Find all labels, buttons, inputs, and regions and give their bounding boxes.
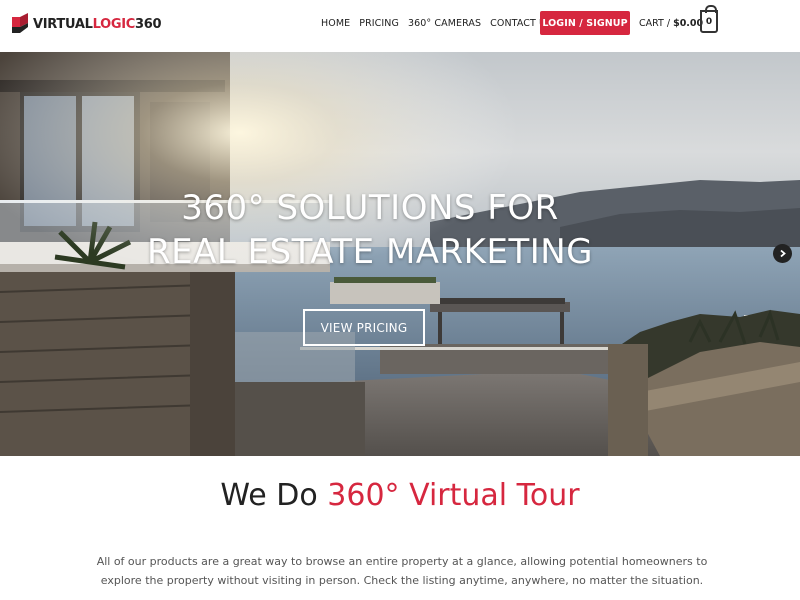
intro-body: All of our products are a great way to b… bbox=[96, 555, 708, 587]
logo-wordmark: VIRTUALLOGIC360 bbox=[33, 16, 162, 32]
logo-word-virtual: VIRTUAL bbox=[33, 16, 93, 32]
site-logo[interactable]: VIRTUALLOGIC360 bbox=[9, 11, 162, 37]
cart-link[interactable]: CART / $0.00 bbox=[639, 11, 703, 35]
nav-home[interactable]: HOME bbox=[321, 18, 350, 29]
chevron-right-icon bbox=[780, 249, 786, 258]
cart-count: 0 bbox=[705, 16, 713, 27]
site-header: VIRTUALLOGIC360 HOME PRICING 360° CAMERA… bbox=[0, 0, 800, 52]
main-nav: HOME PRICING 360° CAMERAS CONTACT US bbox=[321, 0, 561, 46]
intro-title-accent: 360° Virtual Tour bbox=[327, 478, 580, 513]
hero-title-line2: REAL ESTATE MARKETING bbox=[146, 232, 594, 272]
hero-banner: 360° SOLUTIONS FOR REAL ESTATE MARKETING… bbox=[0, 52, 800, 456]
cart-total: $0.00 bbox=[673, 17, 704, 29]
hero-title-line1: 360° SOLUTIONS FOR bbox=[181, 188, 559, 228]
logo-word-logic: LOGIC bbox=[92, 16, 136, 32]
nav-pricing[interactable]: PRICING bbox=[359, 18, 399, 29]
cart-bag-icon[interactable]: 0 bbox=[700, 5, 718, 33]
intro-title: We Do 360° Virtual Tour bbox=[0, 478, 800, 513]
logo-mark-icon bbox=[9, 11, 31, 37]
cart-label: CART / bbox=[639, 17, 671, 29]
nav-360-cameras[interactable]: 360° CAMERAS bbox=[408, 18, 481, 29]
intro-title-plain: We Do bbox=[220, 478, 318, 513]
logo-word-360: 360 bbox=[135, 16, 162, 32]
login-signup-button[interactable]: LOGIN / SIGNUP bbox=[540, 11, 630, 35]
slider-next-button[interactable] bbox=[773, 244, 792, 263]
hero-title: 360° SOLUTIONS FOR REAL ESTATE MARKETING bbox=[140, 186, 600, 274]
view-pricing-button[interactable]: VIEW PRICING bbox=[303, 309, 425, 346]
